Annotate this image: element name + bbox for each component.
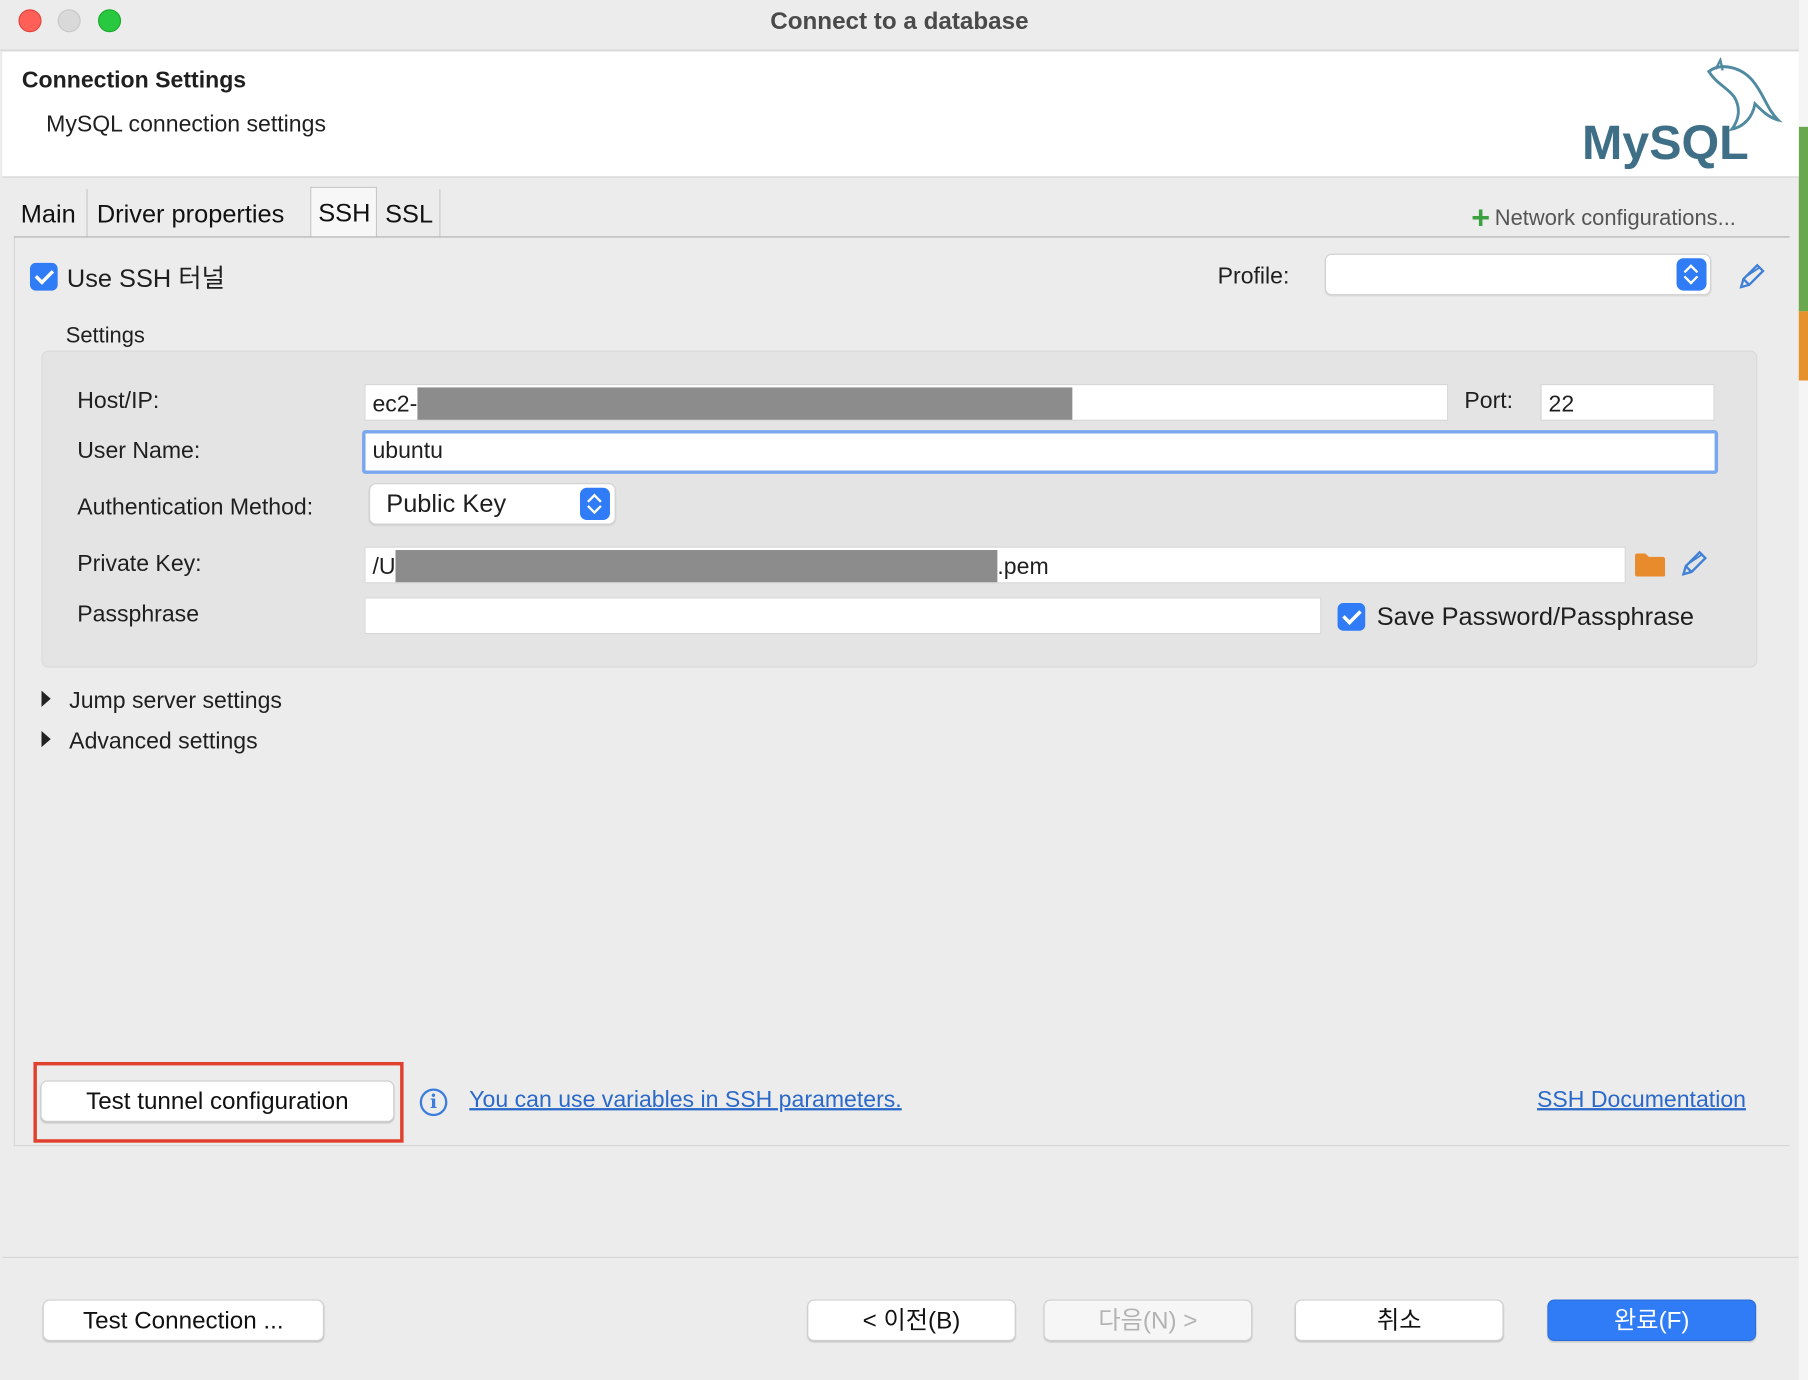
plus-icon: + <box>1471 199 1491 236</box>
info-icon: i <box>419 1088 448 1117</box>
test-tunnel-button[interactable]: Test tunnel configuration <box>40 1080 395 1122</box>
profile-select[interactable] <box>1324 253 1712 296</box>
edit-profile-pencil-icon[interactable] <box>1735 261 1767 293</box>
host-label: Host/IP: <box>77 388 160 414</box>
tab-ssl[interactable]: SSL <box>378 189 441 238</box>
ssh-variables-link[interactable]: You can use variables in SSH parameters. <box>469 1087 901 1114</box>
tab-driver-properties[interactable]: Driver properties <box>90 189 312 238</box>
tab-divider <box>13 236 1790 238</box>
test-connection-button[interactable]: Test Connection ... <box>42 1299 325 1342</box>
settings-group-title: Settings <box>65 324 145 349</box>
panel-border <box>13 237 15 1145</box>
jump-server-label: Jump server settings <box>69 688 282 714</box>
save-password-checkbox[interactable]: Save Password/Passphrase <box>1337 601 1695 632</box>
auth-method-select[interactable]: Public Key <box>368 483 616 525</box>
advanced-settings-label: Advanced settings <box>69 728 258 755</box>
back-button[interactable]: < 이전(B) <box>807 1299 1016 1342</box>
folder-icon[interactable] <box>1634 552 1666 577</box>
host-input[interactable]: ec2- <box>364 383 1449 421</box>
host-value: ec2- <box>372 392 418 418</box>
edit-key-pencil-icon[interactable] <box>1678 548 1710 580</box>
redacted-block <box>417 387 1073 420</box>
disclosure-triangle-icon <box>41 731 51 748</box>
divider <box>2 1256 1799 1258</box>
use-ssh-label: Use SSH 터널 <box>66 264 225 293</box>
jump-server-expander[interactable]: Jump server settings <box>41 688 282 715</box>
background-window-edge <box>1798 0 1808 1380</box>
header-subtitle: MySQL connection settings <box>46 111 326 138</box>
header-title: Connection Settings <box>21 68 247 94</box>
private-key-input[interactable]: /U .pem <box>364 546 1626 584</box>
passphrase-label: Passphrase <box>77 601 200 628</box>
cancel-button[interactable]: 취소 <box>1294 1299 1504 1342</box>
checkbox-checked-icon <box>1337 603 1366 631</box>
tab-ssh[interactable]: SSH <box>310 186 378 238</box>
user-name-input[interactable]: ubuntu <box>362 430 1719 474</box>
auth-method-label: Authentication Method: <box>77 494 314 521</box>
private-key-label: Private Key: <box>77 551 202 577</box>
private-key-prefix: /U <box>372 554 396 580</box>
disclosure-triangle-icon <box>41 690 51 707</box>
user-name-label: User Name: <box>77 438 201 464</box>
mysql-logo: MySQL <box>1582 57 1783 170</box>
divider <box>13 1144 1790 1147</box>
network-configurations-link[interactable]: + Network configurations... <box>1471 199 1736 236</box>
passphrase-input[interactable] <box>364 597 1322 635</box>
profile-label: Profile: <box>1217 264 1290 290</box>
finish-button[interactable]: 완료(F) <box>1547 1299 1757 1342</box>
updown-arrows-icon <box>1676 258 1707 291</box>
updown-arrows-icon <box>579 487 610 521</box>
auth-method-value: Public Key <box>386 488 507 518</box>
use-ssh-checkbox[interactable]: Use SSH 터널 <box>29 258 225 295</box>
save-password-label: Save Password/Passphrase <box>1376 602 1695 631</box>
network-configurations-label: Network configurations... <box>1494 206 1736 231</box>
advanced-settings-expander[interactable]: Advanced settings <box>41 728 258 756</box>
redacted-block <box>395 549 998 583</box>
checkbox-checked-icon <box>29 262 58 291</box>
title-bar: Connect to a database <box>0 0 1799 51</box>
port-label: Port: <box>1464 388 1514 414</box>
tab-main[interactable]: Main <box>14 189 88 238</box>
ssh-documentation-link[interactable]: SSH Documentation <box>1537 1087 1746 1114</box>
port-input[interactable]: 22 <box>1540 383 1715 421</box>
mysql-logo-text: MySQL <box>1582 116 1749 170</box>
dialog-header: Connection Settings MySQL connection set… <box>2 51 1799 178</box>
private-key-suffix: .pem <box>997 554 1049 580</box>
window-title: Connect to a database <box>770 8 1029 35</box>
next-button[interactable]: 다음(N) > <box>1043 1299 1253 1342</box>
